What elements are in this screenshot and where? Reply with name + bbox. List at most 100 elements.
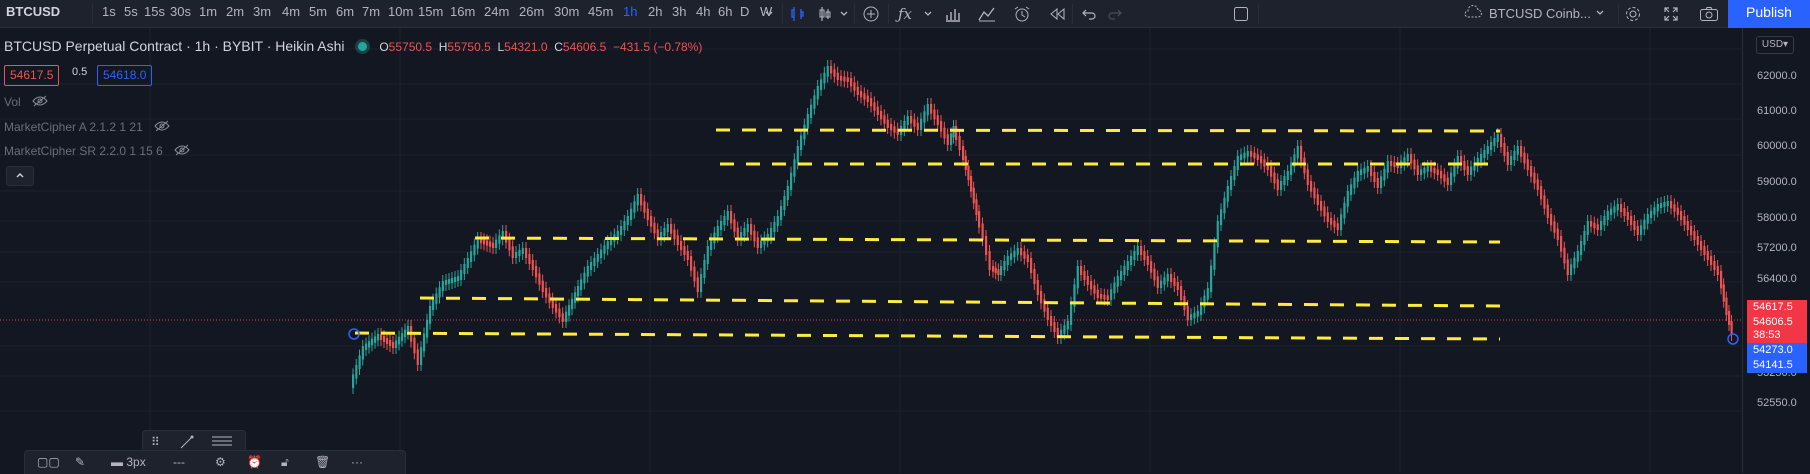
candle-body: [923, 111, 926, 123]
collapse-legend-button[interactable]: [6, 166, 34, 186]
interval-3m[interactable]: 3m: [253, 0, 271, 28]
buy-button[interactable]: 54618.0: [97, 65, 153, 86]
layout-square-icon[interactable]: [1230, 4, 1252, 24]
interval-30m[interactable]: 30m: [554, 0, 579, 28]
candle-body: [723, 216, 726, 225]
candle-body: [1080, 266, 1083, 275]
candle-body: [997, 269, 1000, 275]
unlock-icon[interactable]: 🔓︎: [281, 455, 289, 470]
symbol-search-button[interactable]: BTCUSD: [6, 0, 60, 28]
compare-add-icon[interactable]: [860, 4, 882, 24]
camera-snapshot-icon[interactable]: [1698, 4, 1720, 24]
candle-body: [1096, 289, 1099, 298]
interval-15s[interactable]: 15s: [144, 0, 165, 28]
candle-body: [903, 121, 906, 130]
currency-selector[interactable]: USD▾: [1756, 36, 1794, 54]
interval-4h[interactable]: 4h: [696, 0, 710, 28]
indicator-vol[interactable]: Vol: [4, 95, 48, 110]
interval-3h[interactable]: 3h: [672, 0, 686, 28]
interval-D[interactable]: D: [740, 0, 749, 28]
candle-body: [1130, 256, 1133, 265]
interval-2h[interactable]: 2h: [648, 0, 662, 28]
interval-2m[interactable]: 2m: [226, 0, 244, 28]
interval-10m[interactable]: 10m: [388, 0, 413, 28]
candle-body: [1610, 208, 1613, 215]
indicator-label: MarketCipher SR 2.2.0 1 15 6: [4, 144, 163, 158]
candle-body: [1173, 278, 1176, 286]
fullscreen-icon[interactable]: [1660, 4, 1682, 24]
interval-1m[interactable]: 1m: [199, 0, 217, 28]
candle-body: [1040, 291, 1043, 304]
interval-5s[interactable]: 5s: [124, 0, 138, 28]
interval-4m[interactable]: 4m: [282, 0, 300, 28]
templates-icon[interactable]: [976, 4, 998, 24]
pencil-icon[interactable]: ✎: [75, 455, 85, 469]
settings-gear-icon[interactable]: ⚙: [215, 455, 226, 469]
drag-handle-icon[interactable]: ⠿: [151, 435, 160, 449]
candle-body: [626, 216, 629, 225]
candle-body: [1480, 154, 1483, 162]
candle-body: [1310, 181, 1313, 192]
chevron-down-icon[interactable]: [1595, 6, 1605, 21]
interval-1s[interactable]: 1s: [102, 0, 116, 28]
candle-body: [1390, 161, 1393, 166]
candle-body: [1410, 154, 1413, 164]
compare-symbol-field[interactable]: BTCUSD Coinb...: [1463, 2, 1613, 24]
candle-body: [1656, 204, 1659, 212]
candle-body: [1453, 164, 1456, 177]
interval-15m[interactable]: 15m: [418, 0, 443, 28]
sell-button[interactable]: 54617.5: [4, 65, 60, 86]
line-style-icon[interactable]: [211, 435, 233, 450]
cloud-icon: [1463, 4, 1483, 22]
candle-body: [972, 187, 975, 204]
undo-icon[interactable]: [1078, 4, 1100, 24]
candles-chart-type-icon[interactable]: [815, 4, 835, 24]
alarm-clock-icon[interactable]: ⏰: [247, 455, 262, 469]
financials-icon[interactable]: [942, 4, 964, 24]
interval-26m[interactable]: 26m: [519, 0, 544, 28]
interval-6m[interactable]: 6m: [336, 0, 354, 28]
candle-body: [1166, 274, 1169, 282]
settings-gear-icon[interactable]: [1622, 4, 1644, 24]
candle-body: [992, 266, 995, 272]
line-width-selector[interactable]: ▬ 3px: [111, 455, 146, 469]
candle-body: [583, 272, 586, 284]
candle-body: [1423, 167, 1426, 174]
indicator-marketcipher-sr[interactable]: MarketCipher SR 2.2.0 1 15 6: [4, 144, 190, 159]
candle-body: [445, 280, 448, 285]
candle-body: [568, 305, 571, 316]
candle-body: [866, 95, 869, 102]
price-axis[interactable]: 62000.0 61000.0 60000.0 59000.0 58000.0 57200…: [1742, 28, 1810, 473]
line-dash-icon[interactable]: ---: [173, 455, 185, 469]
eye-hidden-icon[interactable]: [174, 144, 190, 159]
candle-body: [860, 91, 863, 98]
replay-icon[interactable]: [1046, 4, 1068, 24]
publish-button[interactable]: Publish: [1728, 0, 1810, 28]
candle-body: [636, 194, 639, 206]
chevron-down-icon[interactable]: [838, 4, 850, 24]
candle-body: [535, 266, 538, 278]
interval-5m[interactable]: 5m: [309, 0, 327, 28]
interval-30s[interactable]: 30s: [170, 0, 191, 28]
interval-1h[interactable]: 1h: [623, 0, 637, 28]
candle-body: [1086, 276, 1089, 285]
more-icon[interactable]: ···: [351, 455, 363, 469]
interval-6h[interactable]: 6h: [718, 0, 732, 28]
interval-7m[interactable]: 7m: [362, 0, 380, 28]
price-chart[interactable]: [0, 28, 1742, 473]
interval-16m[interactable]: 16m: [450, 0, 475, 28]
chevron-down-icon[interactable]: [922, 4, 934, 24]
interval-24m[interactable]: 24m: [484, 0, 509, 28]
trash-icon[interactable]: 🗑︎: [315, 455, 330, 469]
redo-icon[interactable]: [1104, 4, 1126, 24]
indicators-fx-icon[interactable]: ƒx: [894, 4, 916, 24]
bar-chart-type-icon[interactable]: [788, 4, 808, 24]
eye-hidden-icon[interactable]: [154, 120, 170, 135]
alert-clock-icon[interactable]: [1010, 4, 1034, 24]
candle-body: [1063, 325, 1066, 334]
eye-hidden-icon[interactable]: [32, 95, 48, 110]
interval-45m[interactable]: 45m: [588, 0, 613, 28]
indicator-marketcipher-a[interactable]: MarketCipher A 2.1.2 1 21: [4, 120, 170, 135]
template-icon[interactable]: ▢▢: [37, 455, 60, 469]
chevron-down-icon[interactable]: [762, 4, 776, 24]
